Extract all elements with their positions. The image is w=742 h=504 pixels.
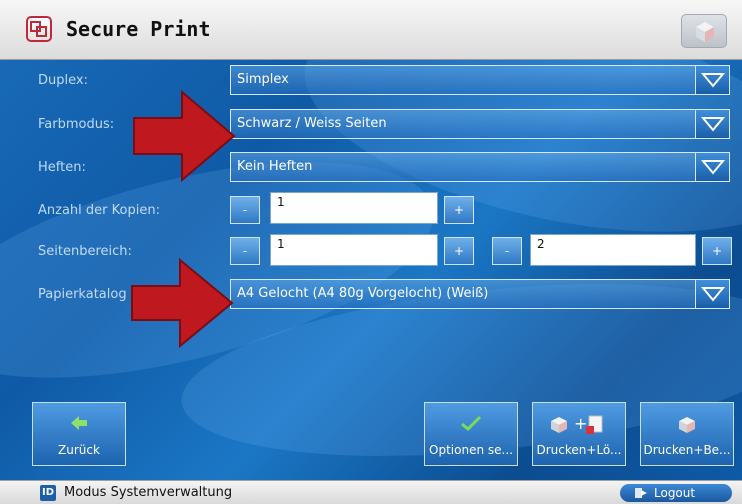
duplex-dropdown-button[interactable] <box>695 66 729 94</box>
heften-label: Heften: <box>38 160 86 175</box>
heften-value: Kein Heften <box>237 159 313 174</box>
print-keep-button[interactable]: Drucken+Be... <box>640 402 734 466</box>
mode-status-text: Modus Systemverwaltung <box>64 485 233 500</box>
cube-icon <box>696 22 714 42</box>
farbmodus-value: Schwarz / Weiss Seiten <box>237 116 387 131</box>
page-title: Secure Print <box>66 17 211 41</box>
kopien-input[interactable]: 1 <box>270 192 438 224</box>
app-logo-icon <box>26 16 52 42</box>
kopien-plus-button[interactable]: + <box>444 196 474 224</box>
dropdown-arrow-icon <box>701 73 725 88</box>
heften-select[interactable]: Kein Heften <box>230 152 730 182</box>
red-arrow-papierkatalog <box>131 258 234 348</box>
id-badge-icon: ID <box>40 485 56 501</box>
papierkatalog-value: A4 Gelocht (A4 80g Vorgelocht) (Weiß) <box>237 286 489 301</box>
papierkatalog-dropdown-button[interactable] <box>695 280 729 308</box>
duplex-select[interactable]: Simplex <box>230 65 730 95</box>
print-icon <box>679 417 695 433</box>
farbmodus-select[interactable]: Schwarz / Weiss Seiten <box>230 109 730 139</box>
title-bar: Secure Print <box>0 0 742 60</box>
dropdown-arrow-icon <box>701 160 725 175</box>
dropdown-arrow-icon <box>701 287 725 302</box>
papierkatalog-select[interactable]: A4 Gelocht (A4 80g Vorgelocht) (Weiß) <box>230 279 730 309</box>
logout-icon <box>635 488 647 498</box>
duplex-value: Simplex <box>237 72 289 87</box>
seitenbereich-from-plus-button[interactable]: + <box>444 237 474 265</box>
duplex-label: Duplex: <box>38 73 88 88</box>
seitenbereich-from-minus-button[interactable]: - <box>230 237 260 265</box>
options-button-label: Optionen se... <box>429 443 513 457</box>
checkmark-icon <box>461 415 482 432</box>
farbmodus-label: Farbmodus: <box>38 117 115 132</box>
kopien-label: Anzahl der Kopien: <box>38 203 160 218</box>
seitenbereich-from-input[interactable]: 1 <box>270 234 438 266</box>
kopien-minus-button[interactable]: - <box>230 196 260 224</box>
print-delete-button-label: Drucken+Lö... <box>536 443 622 457</box>
heften-dropdown-button[interactable] <box>695 153 729 181</box>
papierkatalog-label: Papierkatalog <box>38 287 127 302</box>
cube-button[interactable] <box>681 14 727 48</box>
settings-panel: Duplex: Simplex Farbmodus: Schwarz / Wei… <box>0 60 742 480</box>
seitenbereich-to-minus-button[interactable]: - <box>492 237 522 265</box>
back-button-label: Zurück <box>58 443 100 457</box>
back-arrow-icon <box>71 416 87 430</box>
svg-text:+: + <box>574 414 587 433</box>
print-keep-button-label: Drucken+Be... <box>643 443 731 457</box>
status-bar: ID Modus Systemverwaltung Logout <box>0 480 742 504</box>
logout-button[interactable]: Logout <box>620 484 732 502</box>
seitenbereich-to-input[interactable]: 2 <box>530 234 696 266</box>
back-button[interactable]: Zurück <box>32 402 126 466</box>
seitenbereich-label: Seitenbereich: <box>38 244 132 259</box>
secure-print-screen: Secure Print Duplex: Simplex Farbmodus: <box>0 0 742 504</box>
seitenbereich-to-plus-button[interactable]: + <box>702 237 732 265</box>
options-button[interactable]: Optionen se... <box>424 402 518 466</box>
logout-label: Logout <box>654 486 696 500</box>
dropdown-arrow-icon <box>701 117 725 132</box>
red-arrow-farbmodus <box>133 90 236 182</box>
print-delete-button[interactable]: + Drucken+Lö... <box>532 402 626 466</box>
print-delete-icon: + <box>551 414 603 434</box>
farbmodus-dropdown-button[interactable] <box>695 110 729 138</box>
